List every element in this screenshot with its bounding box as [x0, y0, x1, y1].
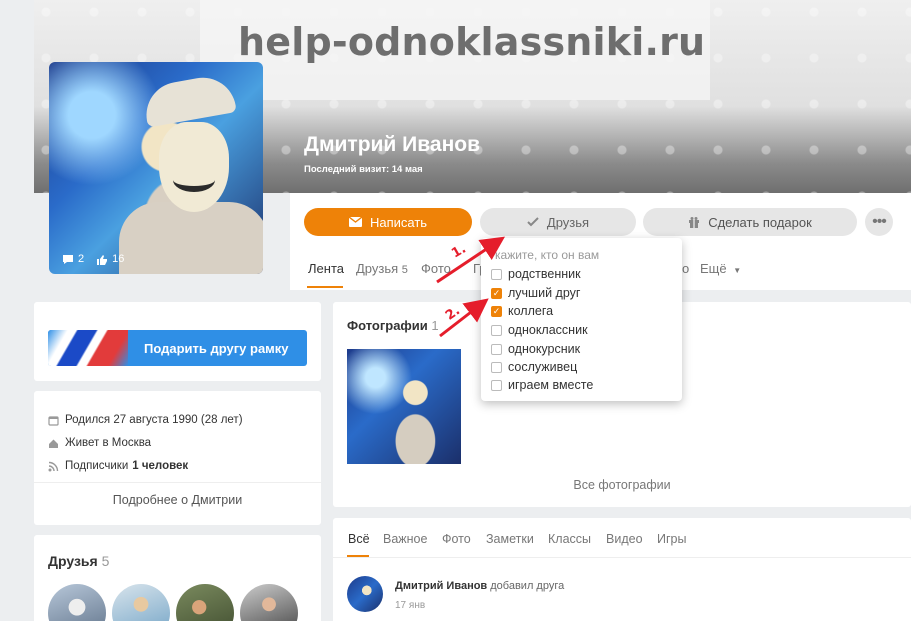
feed-tab-all[interactable]: Всё: [348, 532, 370, 546]
relation-dropdown: кажите, кто он вам родственник ✓ лучший …: [481, 238, 682, 401]
dropdown-title: кажите, кто он вам: [495, 248, 600, 262]
checkbox[interactable]: [491, 324, 502, 336]
tab-photos[interactable]: Фото: [421, 261, 451, 276]
relation-option-colleague[interactable]: ✓ коллега: [491, 304, 553, 318]
watermark-text: help-odnoklassniki.ru: [238, 20, 706, 64]
relation-option-best-friend[interactable]: ✓ лучший друг: [491, 286, 580, 300]
photo-thumbnail[interactable]: [347, 349, 461, 464]
photos-title[interactable]: Фотографии 1: [347, 318, 439, 333]
more-actions-button[interactable]: •••: [865, 208, 893, 236]
home-icon: [49, 439, 58, 448]
relation-option-play-together[interactable]: играем вместе: [491, 378, 593, 392]
friends-title[interactable]: Друзья 5: [48, 553, 109, 569]
tab-friends[interactable]: Друзья 5: [356, 261, 408, 276]
thumbs-up-icon: [97, 254, 108, 265]
checkmark-icon: [527, 217, 539, 227]
feed-item-text: Дмитрий Иванов добавил друга: [395, 580, 565, 592]
profile-avatar[interactable]: [49, 62, 263, 274]
location-info: Живет в Москва: [48, 437, 151, 449]
envelope-icon: [348, 217, 362, 227]
relation-option-classmate[interactable]: одноклассник: [491, 323, 588, 337]
checkbox[interactable]: [491, 379, 502, 391]
calendar-icon: [48, 415, 59, 426]
avatar-comments[interactable]: 2: [62, 253, 84, 265]
active-tab-indicator: [307, 286, 343, 288]
divider: [34, 482, 321, 483]
rss-icon: [48, 461, 59, 471]
checkbox[interactable]: [491, 268, 502, 280]
birthday-info: Родился 27 августа 1990 (28 лет): [48, 414, 243, 426]
feed-tab-games[interactable]: Игры: [657, 532, 686, 546]
tab-more[interactable]: Ещё ▼: [700, 261, 741, 276]
tab-feed[interactable]: Лента: [308, 261, 344, 276]
all-photos-link[interactable]: Все фотографии: [333, 478, 911, 492]
chevron-down-icon: ▼: [733, 266, 742, 275]
relation-option-relative[interactable]: родственник: [491, 267, 581, 281]
last-visit: Последний визит: 14 мая: [304, 164, 423, 175]
feed-tab-notes[interactable]: Заметки: [486, 532, 534, 546]
avatar-stats: 2 16: [62, 253, 124, 265]
profile-name: Дмитрий Иванов: [304, 133, 480, 156]
feed-tab-photo[interactable]: Фото: [442, 532, 471, 546]
checkbox[interactable]: [491, 343, 502, 355]
relation-option-coursemate[interactable]: однокурсник: [491, 342, 580, 356]
avatar-likes[interactable]: 16: [96, 253, 124, 265]
gift-icon: [689, 217, 700, 228]
flag-frame-icon: [48, 330, 128, 366]
send-gift-button[interactable]: Сделать подарок: [643, 208, 857, 236]
subscribers-info[interactable]: Подписчики 1 человек: [48, 460, 188, 472]
friends-button[interactable]: Друзья: [480, 208, 636, 236]
feed-author-avatar[interactable]: [347, 576, 383, 612]
feed-tab-important[interactable]: Важное: [383, 532, 427, 546]
relation-option-army-mate[interactable]: сослуживец: [491, 360, 577, 374]
checkbox-checked[interactable]: ✓: [491, 305, 502, 317]
checkbox[interactable]: [491, 361, 502, 373]
feed-tab-video[interactable]: Видео: [606, 532, 643, 546]
more-about-link[interactable]: Подробнее о Дмитрии: [34, 493, 321, 507]
divider: [333, 557, 911, 558]
gift-frame-button[interactable]: Подарить другу рамку: [48, 330, 307, 366]
feed-item-date: 17 янв: [395, 600, 426, 611]
tab-hidden[interactable]: о: [682, 261, 689, 276]
feed-tab-likes[interactable]: Классы: [548, 532, 591, 546]
write-message-button[interactable]: Написать: [304, 208, 472, 236]
checkbox-checked[interactable]: ✓: [491, 287, 502, 299]
feed-author-link[interactable]: Дмитрий Иванов: [395, 580, 487, 592]
comment-icon: [63, 254, 73, 264]
